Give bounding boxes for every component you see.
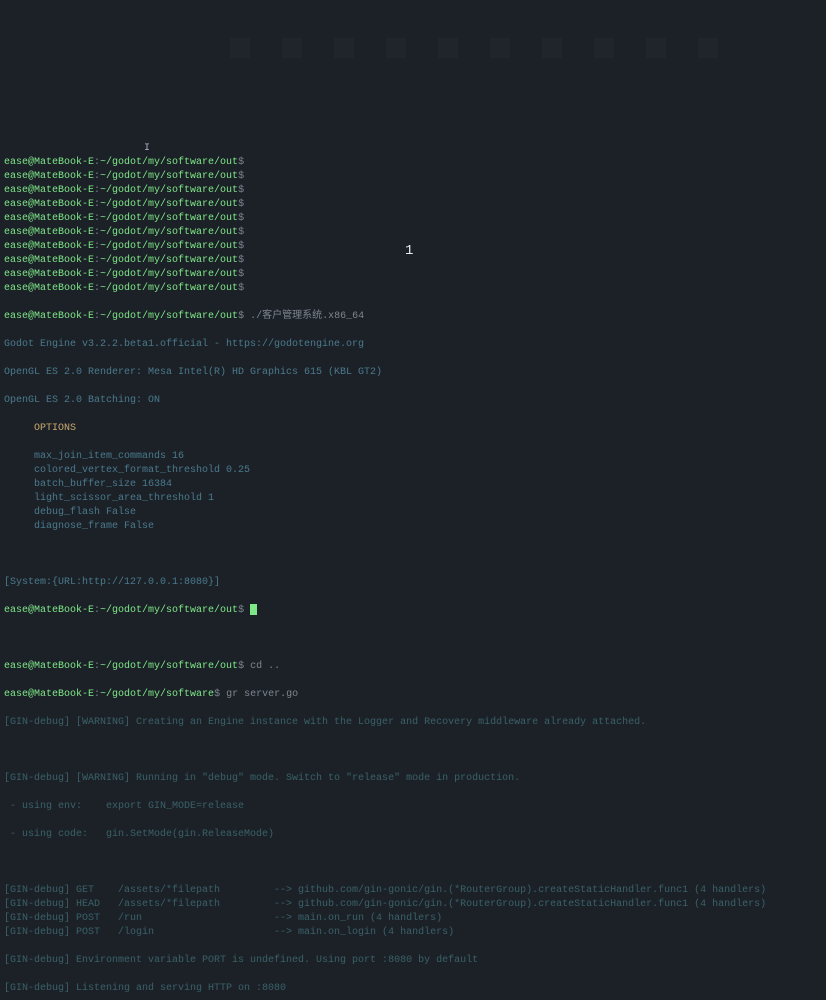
prompt-line: ease@MateBook-E:~/godot/my/software/out$ — [4, 226, 822, 240]
prompt-line: ease@MateBook-E:~/godot/my/software/out$ — [4, 184, 822, 198]
overlay-number: 1 — [405, 242, 413, 262]
terminal[interactable]: ease@MateBook-E:~/godot/my/software/out$… — [0, 140, 826, 1000]
blank-line — [4, 632, 822, 646]
gr-line: ease@MateBook-E:~/godot/my/software$ gr … — [4, 688, 822, 702]
godot-engine-line: Godot Engine v3.2.2.beta1.official - htt… — [4, 338, 822, 352]
exec-line: ease@MateBook-E:~/godot/my/software/out$… — [4, 310, 822, 324]
godot-option: colored_vertex_format_threshold 0.25 — [34, 464, 822, 478]
godot-option: batch_buffer_size 16384 — [34, 478, 822, 492]
godot-option: light_scissor_area_threshold 1 — [34, 492, 822, 506]
blank-line — [4, 856, 822, 870]
prompt-line: ease@MateBook-E:~/godot/my/software/out$ — [4, 212, 822, 226]
taskbar-dot — [594, 38, 614, 58]
godot-option: debug_flash False — [34, 506, 822, 520]
taskbar-dot — [282, 38, 302, 58]
taskbar-dot — [334, 38, 354, 58]
gin-route: [GIN-debug] POST /run --> main.on_run (4… — [4, 912, 822, 926]
prompt-line: ease@MateBook-E:~/godot/my/software/out$ — [4, 282, 822, 296]
prompt-line: ease@MateBook-E:~/godot/my/software/out$ — [4, 268, 822, 282]
cd-line: ease@MateBook-E:~/godot/my/software/out$… — [4, 660, 822, 674]
taskbar-dot — [230, 38, 250, 58]
godot-batching-line: OpenGL ES 2.0 Batching: ON — [4, 394, 822, 408]
taskbar-dot — [646, 38, 666, 58]
options-label: OPTIONS — [34, 422, 822, 436]
cursor-block — [250, 604, 257, 615]
taskbar-dot — [542, 38, 562, 58]
gin-warning-1: [GIN-debug] [WARNING] Creating an Engine… — [4, 716, 822, 730]
taskbar-dot — [490, 38, 510, 58]
blank-line — [4, 548, 822, 562]
godot-option: max_join_item_commands 16 — [34, 450, 822, 464]
taskbar-dot — [698, 38, 718, 58]
taskbar-dot — [438, 38, 458, 58]
taskbar-dot — [386, 38, 406, 58]
gin-route: [GIN-debug] GET /assets/*filepath --> gi… — [4, 884, 822, 898]
text-cursor-icon: I — [144, 142, 150, 156]
prompt-cursor-line: ease@MateBook-E:~/godot/my/software/out$ — [4, 604, 822, 618]
prompt-line: ease@MateBook-E:~/godot/my/software/out$ — [4, 170, 822, 184]
prompt-line: ease@MateBook-E:~/godot/my/software/out$ — [4, 156, 822, 170]
taskbar-icons — [230, 38, 718, 58]
prompt-line: ease@MateBook-E:~/godot/my/software/out$ — [4, 198, 822, 212]
gin-hint-1: - using env: export GIN_MODE=release — [4, 800, 822, 814]
gin-route: [GIN-debug] HEAD /assets/*filepath --> g… — [4, 898, 822, 912]
gin-warning-2: [GIN-debug] [WARNING] Running in "debug"… — [4, 772, 822, 786]
system-url-line: [System:{URL:http://127.0.0.1:8080}] — [4, 576, 822, 590]
gin-listening: [GIN-debug] Listening and serving HTTP o… — [4, 982, 822, 996]
godot-renderer-line: OpenGL ES 2.0 Renderer: Mesa Intel(R) HD… — [4, 366, 822, 380]
blank-line — [4, 744, 822, 758]
godot-option: diagnose_frame False — [34, 520, 822, 534]
gin-hint-2: - using code: gin.SetMode(gin.ReleaseMod… — [4, 828, 822, 842]
gin-route: [GIN-debug] POST /login --> main.on_logi… — [4, 926, 822, 940]
gin-env-port: [GIN-debug] Environment variable PORT is… — [4, 954, 822, 968]
